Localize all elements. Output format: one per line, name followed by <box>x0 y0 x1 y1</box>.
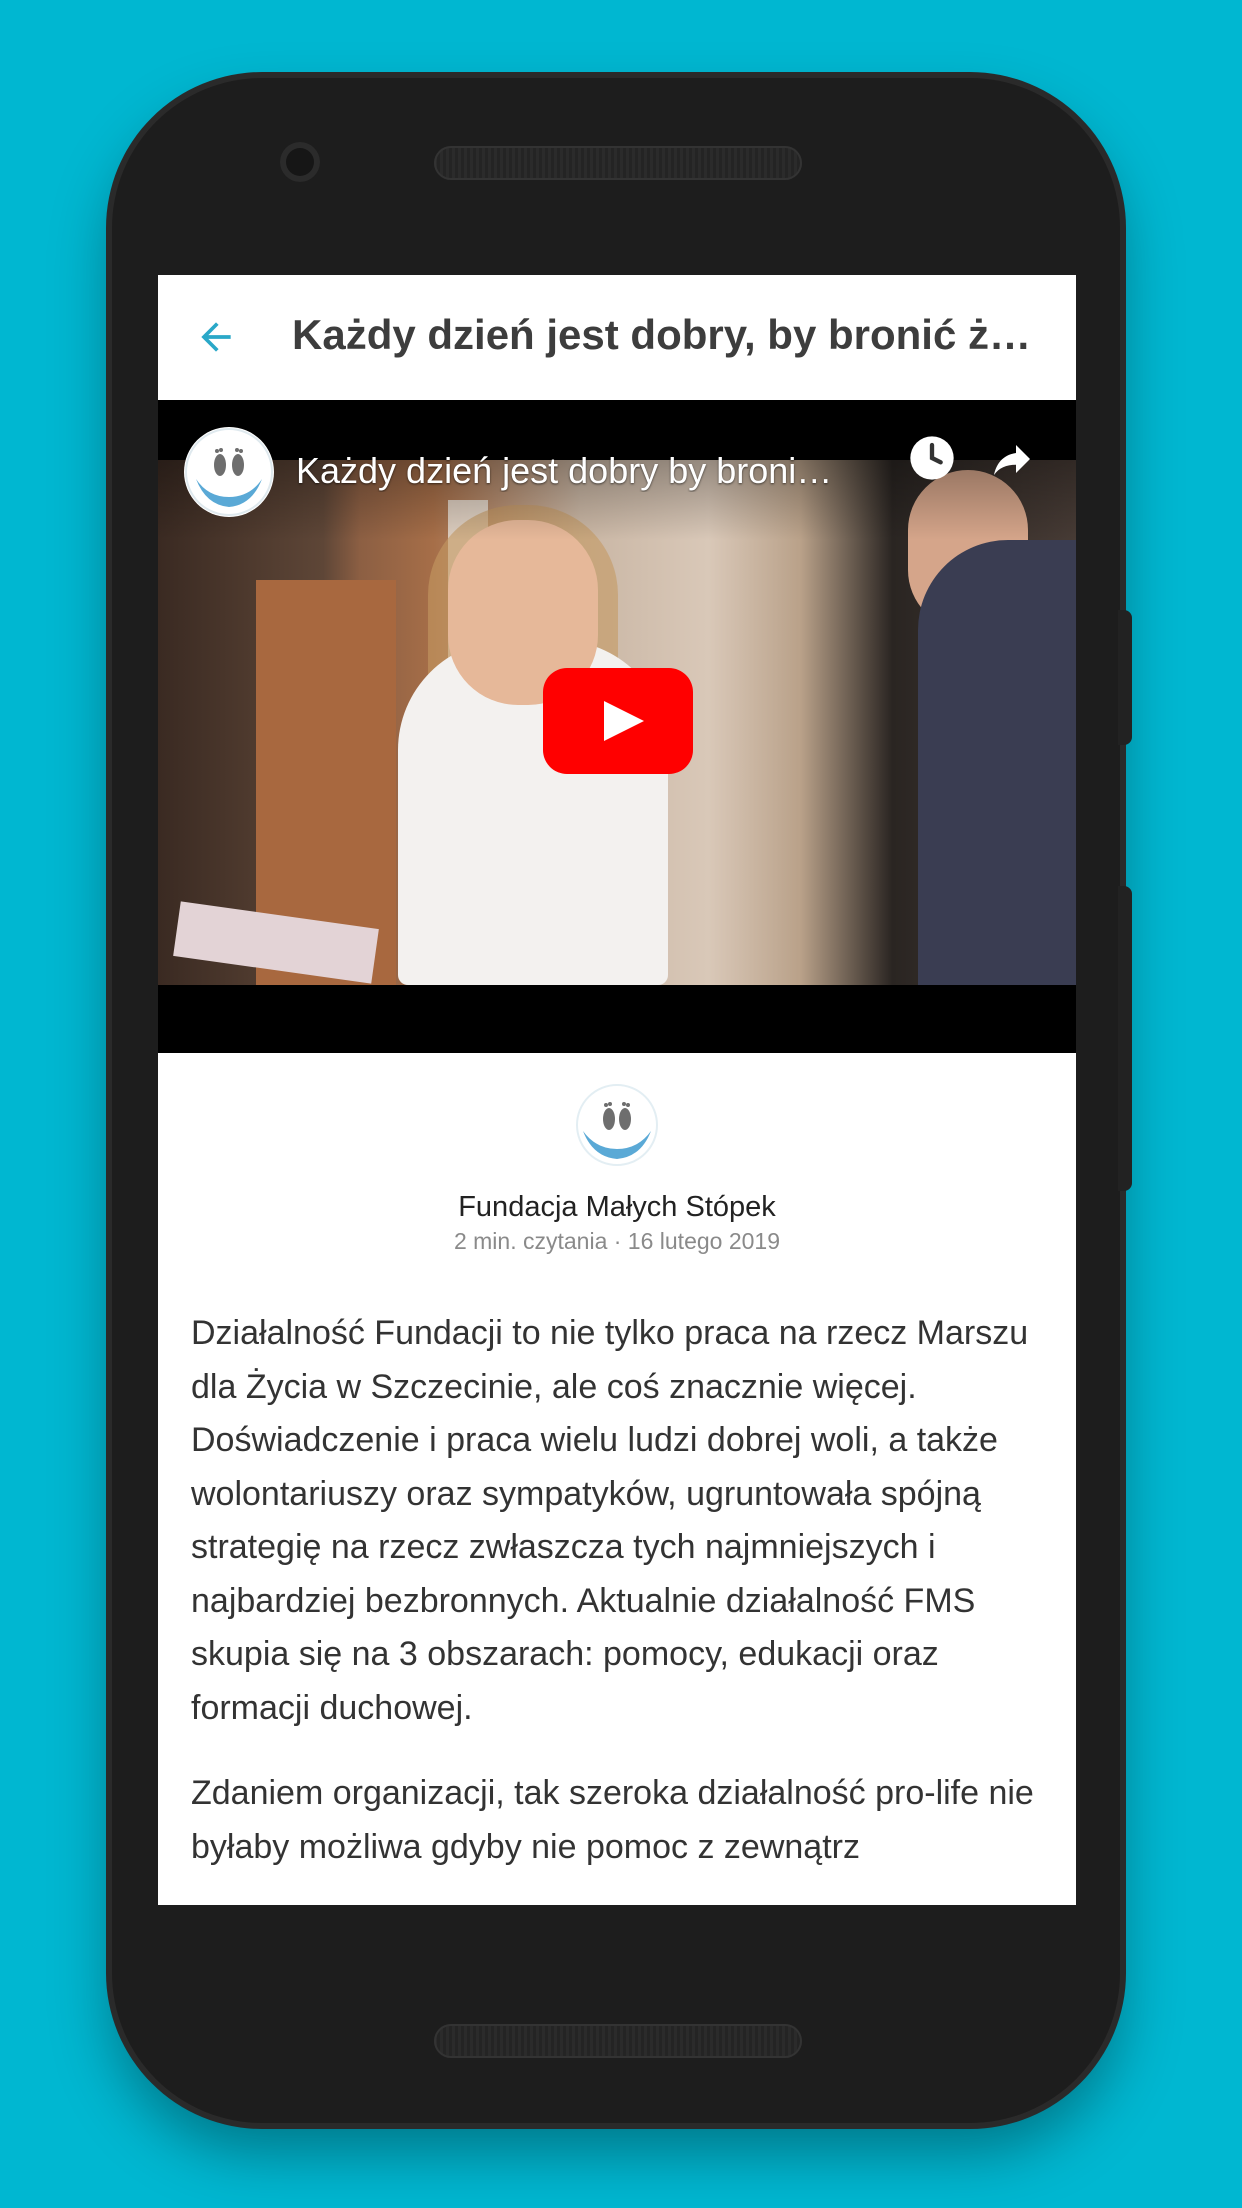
app-screen: Każdy dzień jest dobry, by bronić ży… Ka… <box>158 275 1076 1905</box>
top-speaker <box>434 146 802 180</box>
toolbar: Każdy dzień jest dobry, by bronić ży… <box>158 275 1076 400</box>
page-title: Każdy dzień jest dobry, by bronić ży… <box>292 311 1052 358</box>
share-icon[interactable] <box>988 435 1036 483</box>
article-paragraph: Zdaniem organizacji, tak szeroka działal… <box>191 1774 1034 1866</box>
author-name: Fundacja Małych Stópek <box>458 1191 776 1223</box>
video-title[interactable]: Każdy dzień jest dobry by broni… <box>296 450 936 492</box>
volume-button <box>1118 886 1132 1191</box>
author-block: Fundacja Małych Stópek 2 min. czytania ·… <box>158 1083 1076 1255</box>
article-meta: 2 min. czytania · 16 lutego 2019 <box>453 1228 781 1254</box>
youtube-video-player[interactable]: Każdy dzień jest dobry by broni… <box>158 400 1076 1053</box>
power-button <box>1118 610 1132 745</box>
channel-avatar-icon[interactable] <box>184 427 274 517</box>
clock-icon[interactable] <box>906 432 958 484</box>
front-camera <box>280 142 320 182</box>
article-paragraph: Działalność Fundacji to nie tylko praca … <box>191 1314 1029 1727</box>
article-body: Działalność Fundacji to nie tylko praca … <box>191 1307 1051 1905</box>
arrow-back-icon[interactable] <box>194 315 238 359</box>
bottom-speaker <box>434 2024 802 2058</box>
play-icon[interactable] <box>543 668 693 774</box>
author-avatar <box>576 1084 658 1166</box>
